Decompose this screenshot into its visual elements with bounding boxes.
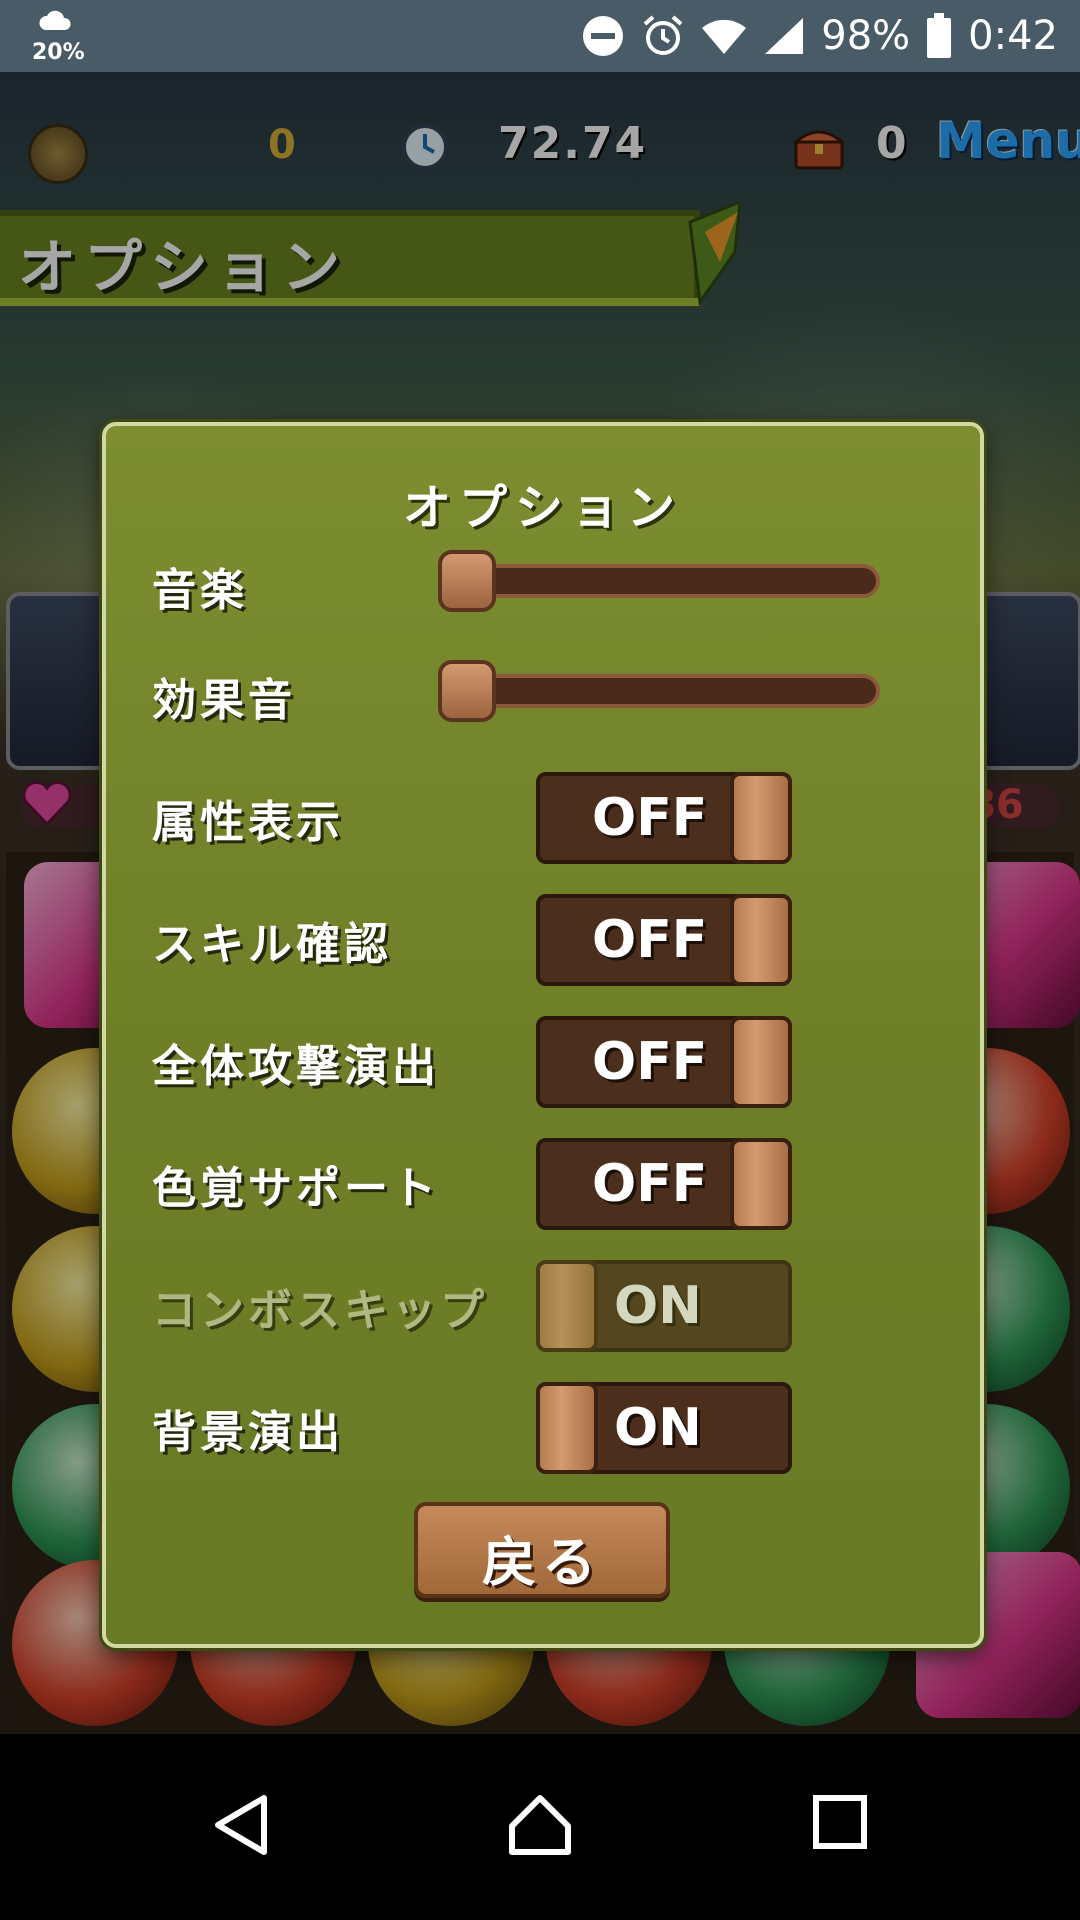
combo-skip-toggle[interactable]: ON	[536, 1260, 792, 1352]
background-effect-label: 背景演出	[152, 1407, 344, 1458]
toggle-state: ON	[614, 1398, 702, 1458]
all-attack-effect-label: 全体攻撃演出	[152, 1041, 440, 1092]
background-effect-toggle[interactable]: ON	[536, 1382, 792, 1474]
music-label: 音楽	[152, 565, 248, 616]
slider-thumb[interactable]	[438, 550, 496, 612]
color-vision-support-toggle[interactable]: OFF	[536, 1138, 792, 1230]
options-dialog: オプション 音楽 効果音 属性表示 OFF スキル確認 OFF 全体攻撃演出 O…	[102, 422, 984, 1648]
signal-icon	[765, 18, 804, 54]
combo-skip-label: コンボスキップ	[152, 1285, 488, 1336]
wifi-icon	[702, 19, 747, 54]
toggle-knob	[730, 1016, 792, 1108]
navigation-bar	[0, 1734, 1080, 1920]
slider-thumb[interactable]	[438, 660, 496, 722]
clock-time: 0:42	[968, 13, 1058, 59]
status-bar: 20% 98% 0:42	[0, 0, 1080, 72]
weather-indicator: 20%	[28, 6, 88, 66]
battery-icon	[927, 13, 952, 58]
back-button[interactable]: 戻る	[414, 1502, 670, 1598]
back-nav-icon[interactable]	[212, 1794, 270, 1856]
all-attack-effect-toggle[interactable]: OFF	[536, 1016, 792, 1108]
skill-confirm-toggle[interactable]: OFF	[536, 894, 792, 986]
alarm-icon	[643, 15, 683, 55]
color-vision-support-label: 色覚サポート	[152, 1163, 440, 1214]
toggle-knob	[536, 1382, 598, 1474]
attribute-display-label: 属性表示	[152, 797, 344, 848]
do-not-disturb-icon	[583, 16, 624, 56]
toggle-state: OFF	[592, 788, 708, 848]
toggle-knob	[536, 1260, 598, 1352]
dialog-title: オプション	[402, 480, 683, 536]
cloud-icon	[39, 10, 71, 30]
slider-track	[438, 674, 880, 708]
skill-confirm-label: スキル確認	[152, 919, 392, 970]
toggle-state: ON	[614, 1276, 702, 1336]
home-nav-icon[interactable]	[508, 1794, 572, 1856]
toggle-state: OFF	[592, 910, 708, 970]
sound-effects-label: 効果音	[152, 675, 296, 726]
weather-percent: 20%	[32, 40, 85, 65]
toggle-state: OFF	[592, 1032, 708, 1092]
battery-percent: 98%	[821, 13, 911, 59]
toggle-knob	[730, 772, 792, 864]
recents-nav-icon[interactable]	[812, 1794, 868, 1850]
music-volume-slider[interactable]	[438, 550, 880, 612]
toggle-knob	[730, 1138, 792, 1230]
toggle-knob	[730, 894, 792, 986]
slider-track	[438, 564, 880, 598]
back-button-label: 戻る	[482, 1531, 602, 1594]
sound-effects-slider[interactable]	[438, 660, 880, 722]
attribute-display-toggle[interactable]: OFF	[536, 772, 792, 864]
toggle-state: OFF	[592, 1154, 708, 1214]
